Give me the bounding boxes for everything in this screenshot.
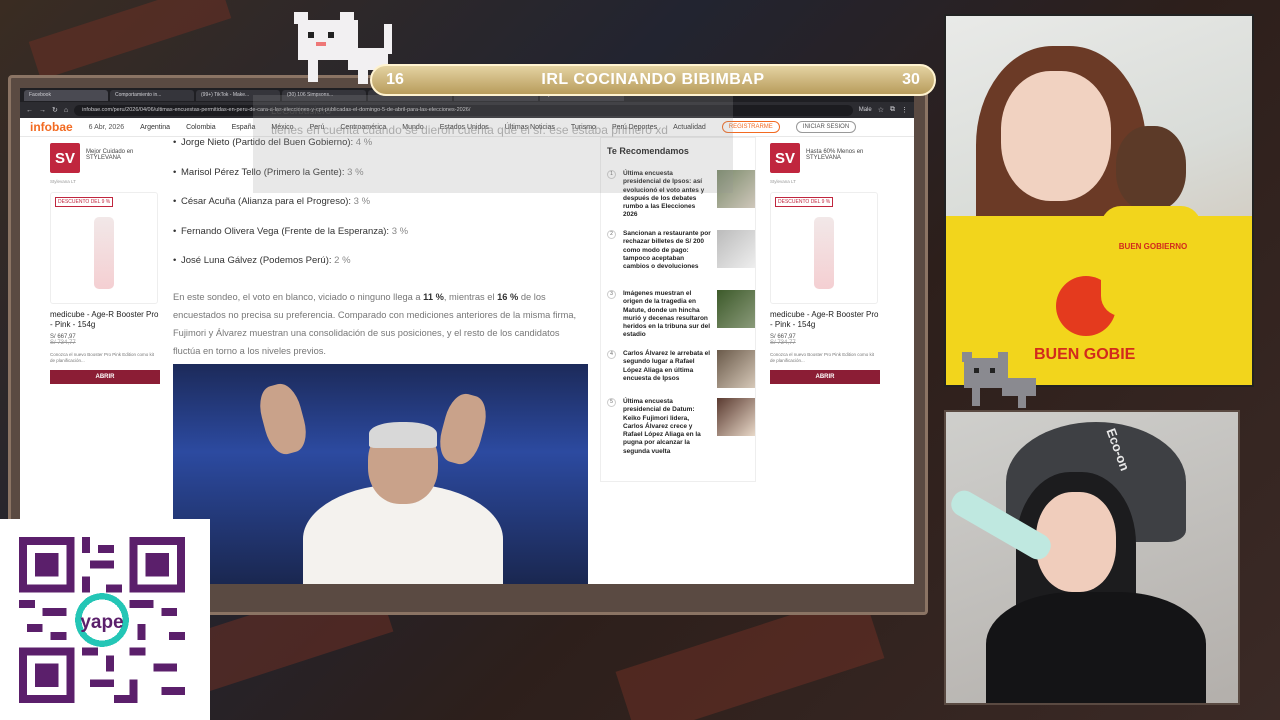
recommended-thumbnail[interactable] bbox=[717, 230, 755, 268]
candidate-bullet: José Luna Gálvez (Podemos Perú): 2 % bbox=[173, 255, 589, 285]
recommended-item[interactable]: 4 Carlos Álvarez le arrebata el segundo l… bbox=[605, 350, 755, 398]
product-name[interactable]: medicube - Age-R Booster Pro - Pink - 15… bbox=[50, 310, 160, 330]
article-photo bbox=[173, 364, 588, 584]
forward-icon[interactable]: → bbox=[39, 107, 46, 114]
recommended-thumbnail[interactable] bbox=[717, 290, 755, 328]
nav-item[interactable]: Argentina bbox=[140, 124, 170, 131]
stream-title-banner: 16 IRL COCINANDO BIBIMBAP 30 bbox=[370, 64, 936, 96]
nav-item[interactable]: España bbox=[232, 124, 256, 131]
product-description: Conozca el nuevo Booster Pro Pink Editio… bbox=[770, 352, 875, 363]
ad-right[interactable]: SV Hasta 60% Menos en STYLEVANA Stylevan… bbox=[770, 143, 880, 384]
reload-icon[interactable]: ↻ bbox=[52, 106, 58, 114]
product-name[interactable]: medicube - Age-R Booster Pro - Pink - 15… bbox=[770, 310, 880, 330]
recommended-thumbnail[interactable] bbox=[717, 350, 755, 388]
browser-tab[interactable]: Comportamiento in... bbox=[110, 89, 194, 101]
shirt-text: BUEN GOBIE bbox=[1034, 346, 1136, 363]
chat-message-text: tienes en cuenta cuando se dieron cuenta… bbox=[271, 123, 668, 137]
candidate-bullet: Fernando Olivera Vega (Frente de la Espe… bbox=[173, 226, 589, 256]
stylevana-logo: SV bbox=[770, 143, 800, 173]
product-image bbox=[814, 217, 834, 289]
doll-shirt-text: BUEN GOBIERNO bbox=[1118, 242, 1188, 251]
ad-sponsor: Stylevana LT bbox=[50, 179, 76, 184]
site-logo[interactable]: infobae bbox=[30, 120, 73, 134]
ad-left[interactable]: SV Mejor Cuidado en STYLEVANA Stylevana … bbox=[50, 143, 160, 384]
qr-code-icon: yape bbox=[19, 537, 185, 703]
home-icon[interactable]: ⌂ bbox=[64, 107, 68, 114]
back-icon[interactable]: ← bbox=[26, 107, 33, 114]
open-ad-button[interactable]: ABRIR bbox=[50, 370, 160, 384]
pixel-gray-cat-icon bbox=[962, 352, 1036, 408]
nav-item[interactable]: Colombia bbox=[186, 124, 216, 131]
chat-message-overlay: LeCorbusier3 tienes en cuenta cuando se … bbox=[253, 95, 733, 193]
recommended-thumbnail[interactable] bbox=[717, 398, 755, 436]
ad-card[interactable]: DESCUENTO DEL 9 % bbox=[50, 192, 158, 304]
webcam-top: BUEN GOBIE BUEN GOBIERNO bbox=[944, 14, 1254, 387]
menu-icon[interactable]: ⋮ bbox=[901, 106, 908, 114]
recommended-item[interactable]: 3 Imágenes muestran el origen de la trage… bbox=[605, 290, 755, 350]
browser-tab[interactable]: Facebook bbox=[24, 89, 108, 101]
ad-brand-text: Hasta 60% Menos en STYLEVANA bbox=[806, 149, 864, 161]
ad-brand-text: Mejor Cuidado en STYLEVANA bbox=[86, 149, 134, 161]
extensions-icon[interactable]: ⧉ bbox=[890, 106, 895, 114]
product-old-price: S/ 734,77 bbox=[770, 340, 796, 346]
page-content: SV Mejor Cuidado en STYLEVANA Stylevana … bbox=[20, 137, 914, 584]
star-icon[interactable]: ☆ bbox=[878, 106, 884, 114]
doll: BUEN GOBIERNO bbox=[1096, 126, 1206, 346]
product-description: Conozca el nuevo Booster Pro Pink Editio… bbox=[50, 352, 155, 363]
recommended-item[interactable]: 2 Sancionan a restaurante por rechazar bi… bbox=[605, 230, 755, 290]
profile-name[interactable]: Male bbox=[859, 107, 872, 113]
discount-badge: DESCUENTO DEL 9 % bbox=[775, 197, 834, 207]
yape-label: yape bbox=[80, 612, 123, 633]
open-ad-button[interactable]: ABRIR bbox=[770, 370, 880, 384]
right-counter: 30 bbox=[902, 71, 920, 88]
stream-title: IRL COCINANDO BIBIMBAP bbox=[541, 71, 765, 88]
site-date: 6 Abr, 2026 bbox=[88, 123, 125, 131]
stylevana-logo: SV bbox=[50, 143, 80, 173]
candidate-bullet: César Acuña (Alianza para el Progreso): … bbox=[173, 196, 589, 226]
chat-username: LeCorbusier3 bbox=[271, 106, 332, 117]
recommended-item[interactable]: 5 Última encuesta presidencial de Datum: … bbox=[605, 398, 755, 458]
product-image bbox=[94, 217, 114, 289]
ad-sponsor: Stylevana LT bbox=[770, 179, 796, 184]
product-old-price: S/ 734,77 bbox=[50, 340, 76, 346]
yape-qr-code[interactable]: yape bbox=[0, 519, 210, 720]
ad-card[interactable]: DESCUENTO DEL 9 % bbox=[770, 192, 878, 304]
webcam-bottom: Eco-on bbox=[944, 410, 1240, 705]
left-counter: 16 bbox=[386, 71, 404, 88]
discount-badge: DESCUENTO DEL 9 % bbox=[55, 197, 114, 207]
article-paragraph: En este sondeo, el voto en blanco, vicia… bbox=[173, 291, 577, 356]
login-button[interactable]: INICIAR SESION bbox=[795, 121, 857, 133]
